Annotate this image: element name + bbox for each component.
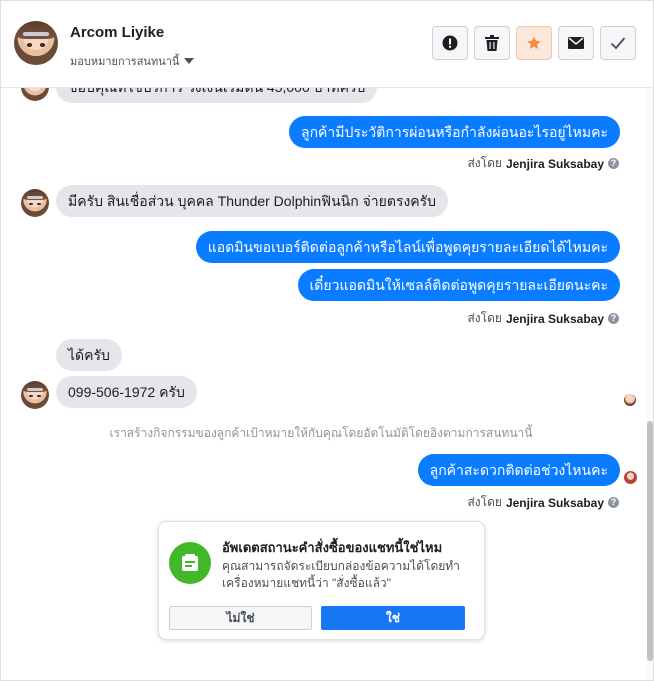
mark-unread-button[interactable] [558,26,594,60]
message-bubble-incoming: ได้ครับ [56,339,122,371]
contact-avatar[interactable] [14,21,58,65]
order-icon [169,542,211,584]
star-icon [527,36,541,49]
system-note: เราสร้างกิจกรรมของลูกค้าเป้าหมายให้กับคุ… [109,426,533,440]
order-status-card: อัพเดตสถานะคำสั่งซื้อของแชทนี้ใช่ไหม คุณ… [158,521,485,640]
chat-window: ขอบคุณที่ใช้บริการ วงเงินเริ่มต้น 45,000… [0,0,654,681]
sent-by-name[interactable]: Jenjira Suksabay [506,312,604,326]
header-toolbar [432,26,636,60]
trash-icon [485,35,499,51]
contact-avatar [21,381,49,409]
sent-by-label: ส่งโดย Jenjira Suksabay ? [467,154,619,173]
message-bubble-outgoing: ลูกค้าสะดวกติดต่อช่วงไหนคะ [417,454,620,486]
assign-conversation-dropdown[interactable]: มอบหมายการสนทนานี้ [70,52,195,70]
message-bubble-outgoing: ลูกค้ามีประวัติการผ่อนหรือกำลังผ่อนอะไรอ… [288,116,620,148]
check-icon [610,37,626,50]
sent-by-prefix: ส่งโดย [467,311,502,325]
mark-spam-button[interactable] [432,26,468,60]
help-icon[interactable]: ? [608,158,619,169]
message-bubble-outgoing: แอดมินขอเบอร์ติดต่อลูกค้าหรือไลน์เพื่อพู… [195,231,620,263]
sent-by-label: ส่งโดย Jenjira Suksabay ? [467,493,619,512]
message-bubble-incoming: 099-506-1972 ครับ [56,376,197,408]
done-button[interactable] [600,26,636,60]
no-button[interactable]: ไม่ใช่ [169,606,312,630]
agent-avatar [624,471,637,484]
alert-icon [442,35,458,51]
message-bubble-incoming: มีครับ สินเชื่อส่วน บุคคล Thunder Dolphi… [56,185,449,217]
order-card-body: คุณสามารถจัดระเบียบกล่องข้อความได้โดยทำเ… [222,559,460,590]
mail-icon [568,37,584,49]
scrollbar-thumb[interactable] [647,421,653,661]
star-button[interactable] [516,26,552,60]
chat-header: Arcom Liyike มอบหมายการสนทนานี้ [1,1,653,88]
sent-by-name[interactable]: Jenjira Suksabay [506,157,604,171]
assign-label: มอบหมายการสนทนานี้ [70,56,180,68]
chevron-down-icon [184,58,195,64]
contact-avatar [21,189,49,217]
sent-by-prefix: ส่งโดย [467,156,502,170]
order-card-title: อัพเดตสถานะคำสั่งซื้อของแชทนี้ใช่ไหม [222,540,443,555]
sent-by-label: ส่งโดย Jenjira Suksabay ? [467,309,619,328]
sent-by-name[interactable]: Jenjira Suksabay [506,496,604,510]
help-icon[interactable]: ? [608,497,619,508]
message-bubble-outgoing: เดี๋ยวแอดมินให้เซลล์ติดต่อพูดคุยรายละเอี… [297,269,620,301]
sent-by-prefix: ส่งโดย [467,495,502,509]
seen-receipt-avatar [624,394,636,406]
contact-name[interactable]: Arcom Liyike [70,24,164,41]
yes-button[interactable]: ใช่ [321,606,465,630]
delete-button[interactable] [474,26,510,60]
help-icon[interactable]: ? [608,313,619,324]
